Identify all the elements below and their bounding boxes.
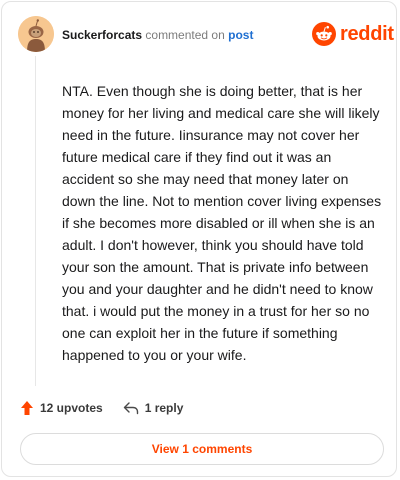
comment-card: Suckerforcats commented on post reddit N… xyxy=(1,1,397,477)
action-text: commented on xyxy=(145,28,225,42)
thread-line xyxy=(35,56,36,386)
snoo-avatar-icon xyxy=(18,16,54,52)
upvote-count: 12 upvotes xyxy=(40,401,103,415)
reply-button[interactable]: 1 reply xyxy=(123,401,184,415)
comment-body: NTA. Even though she is doing better, th… xyxy=(62,83,382,363)
reddit-logo-icon xyxy=(312,22,336,46)
username-link[interactable]: Suckerforcats xyxy=(62,28,142,42)
post-link[interactable]: post xyxy=(228,28,253,42)
reddit-logo[interactable]: reddit xyxy=(312,22,394,46)
user-avatar[interactable] xyxy=(18,16,54,52)
view-comments-button[interactable]: View 1 comments xyxy=(20,433,384,465)
reply-arrow-icon xyxy=(123,402,138,415)
logo-text: reddit xyxy=(340,22,394,45)
upvote-button[interactable]: 12 upvotes xyxy=(20,400,103,416)
comment-actions: 12 upvotes 1 reply xyxy=(20,400,183,416)
comment-header: Suckerforcats commented on post xyxy=(62,27,253,43)
reply-count: 1 reply xyxy=(144,401,184,415)
upvote-arrow-icon xyxy=(21,401,33,415)
